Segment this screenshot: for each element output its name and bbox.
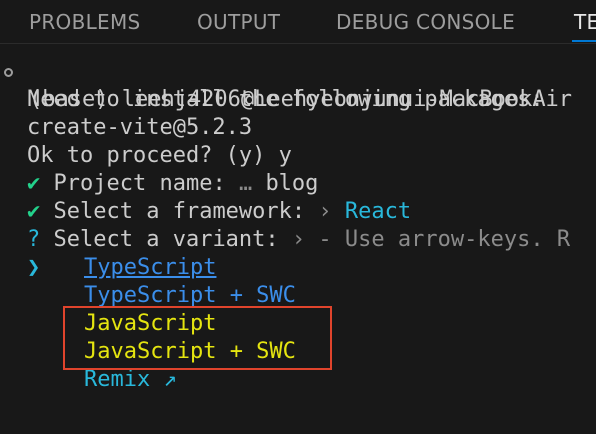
option-typescript[interactable]: TypeScript [84, 254, 216, 282]
chevron-right-icon: › [291, 227, 306, 252]
ellipsis-separator: … [238, 171, 253, 196]
terminal-line: Ok to proceed? (y) y [27, 143, 292, 168]
framework-line: ✔ Select a framework: › React [27, 198, 411, 226]
variant-label: Select a variant: [53, 227, 279, 252]
option-remix[interactable]: Remix ↗ [84, 366, 177, 394]
terminal-line: create-vite@5.2.3 [27, 115, 253, 140]
chevron-right-icon: › [318, 199, 332, 224]
terminal-line: Need to install the following packages: [27, 87, 544, 112]
project-name-value: blog [265, 171, 319, 196]
active-tab-indicator [572, 40, 596, 42]
panel-tab-bar: PROBLEMS OUTPUT DEBUG CONSOLE TE [0, 0, 596, 44]
annotation-highlight-box [63, 306, 332, 370]
project-name-line: ✔ Project name: … blog [27, 170, 318, 198]
terminal-output[interactable]: (base) leehj4206@Leehyeonjunui-MacBookAi… [0, 58, 596, 434]
terminal-prompt-line: (base) leehj4206@Leehyeonjunui-MacBookAi… [0, 58, 596, 112]
variant-line: ? Select a variant: › - Use arrow-keys. … [27, 226, 570, 254]
tab-problems[interactable]: PROBLEMS [29, 10, 141, 34]
tab-terminal[interactable]: TE [574, 10, 596, 34]
question-icon: ? [27, 227, 41, 252]
command-status-circle-icon[interactable] [4, 68, 13, 77]
tab-output[interactable]: OUTPUT [197, 10, 280, 34]
project-name-label: Project name: [53, 171, 226, 196]
selection-cursor-icon: ❯ [27, 255, 41, 280]
variant-hint: - Use arrow-keys. R [318, 227, 571, 252]
check-icon: ✔ [27, 199, 41, 224]
framework-value: React [344, 199, 412, 224]
tab-debug-console[interactable]: DEBUG CONSOLE [336, 10, 515, 34]
framework-label: Select a framework: [53, 199, 306, 224]
check-icon: ✔ [27, 171, 41, 196]
